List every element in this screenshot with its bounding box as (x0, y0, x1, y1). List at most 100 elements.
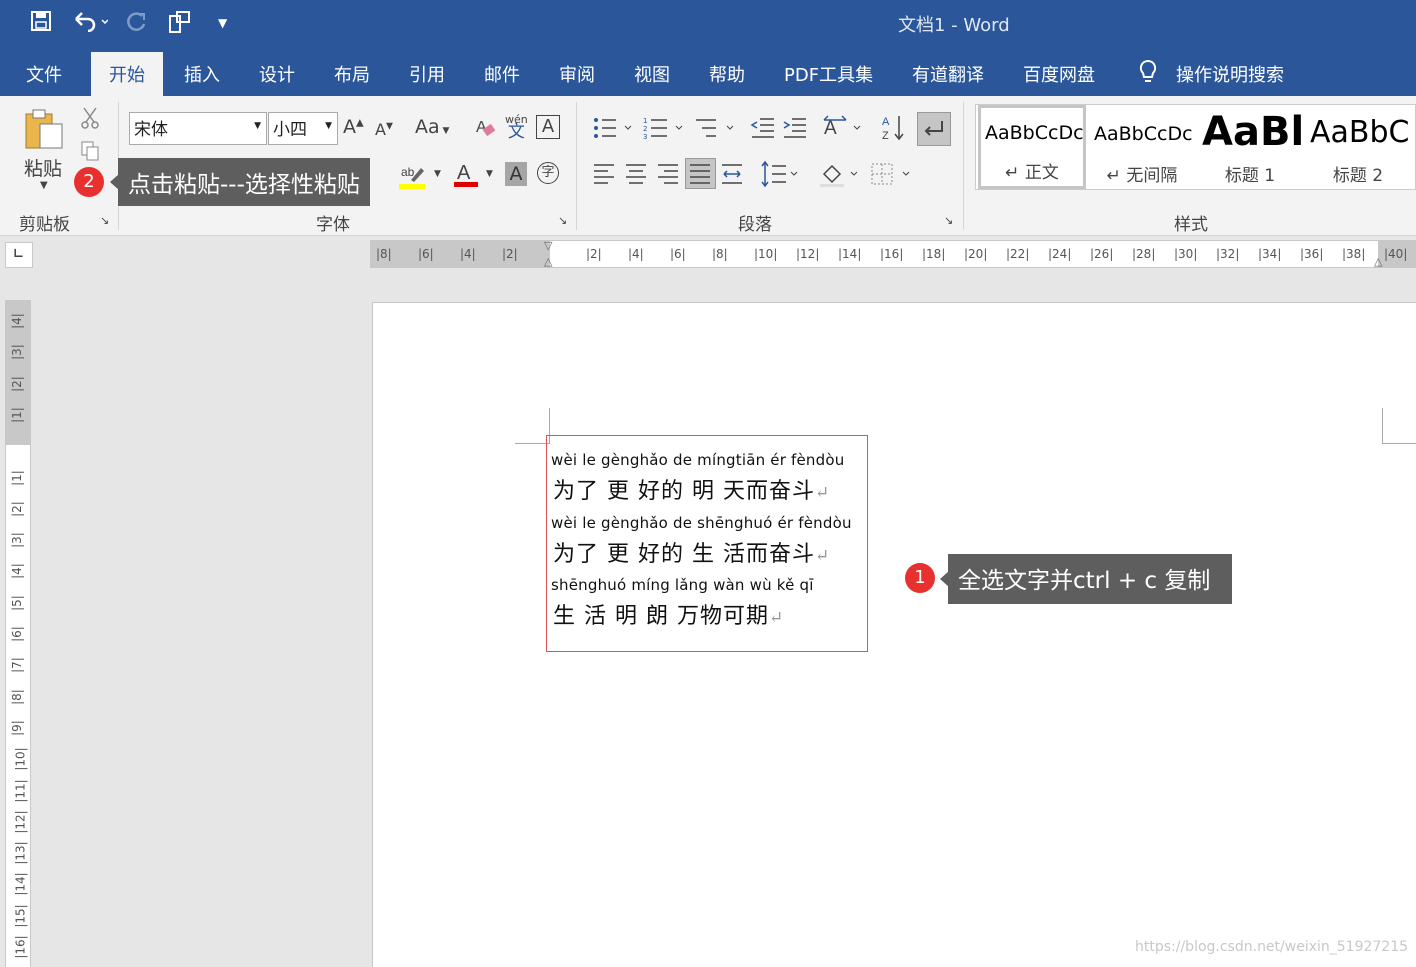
tab-help[interactable]: 帮助 (709, 61, 745, 87)
font-name-dropdown-icon[interactable]: ▼ (254, 121, 261, 131)
paste-dropdown-icon[interactable]: ▼ (40, 180, 48, 191)
ruler-tick-label: |9| (9, 720, 24, 736)
distributed-align-icon[interactable] (720, 162, 744, 191)
copy-icon[interactable] (80, 140, 100, 167)
ruler-tick-label: |11| (13, 778, 28, 803)
paste-icon[interactable] (22, 106, 66, 155)
tab-references[interactable]: 引用 (409, 61, 445, 87)
step-badge-1: 1 (905, 563, 935, 593)
borders-icon[interactable] (870, 160, 914, 193)
ruler-tick-label: |24| (1048, 247, 1072, 261)
ruler-tick-label: |16| (13, 935, 28, 959)
font-size-value: 小四 (273, 120, 307, 140)
ruler-tick-label: |2| (502, 247, 518, 261)
pinyin-line-3[interactable]: shēnghuó míng lǎng wàn wù kě qī (551, 576, 814, 594)
bullets-icon[interactable] (592, 116, 632, 145)
ruler-tick-label: |20| (964, 247, 988, 261)
increase-indent-icon[interactable] (782, 116, 808, 145)
text-line-3[interactable]: 生 活 明 朗 万物可期↵ (553, 598, 784, 630)
chinese-layout-icon[interactable]: A (822, 114, 866, 145)
tab-selector-button[interactable]: ∟ (5, 242, 33, 268)
window-title: 文档1 - Word (898, 15, 1010, 36)
tab-design[interactable]: 设计 (259, 61, 295, 87)
align-left-icon[interactable] (592, 162, 616, 191)
touch-mode-icon[interactable] (168, 10, 194, 39)
left-indent-marker[interactable]: △ (544, 255, 552, 268)
style-heading-1[interactable]: AaBl 标题 1 (1196, 105, 1304, 189)
tab-insert[interactable]: 插入 (184, 61, 220, 87)
ruler-tick-label: |12| (796, 247, 820, 261)
font-color-dropdown-icon[interactable]: ▼ (486, 169, 493, 179)
font-size-dropdown-icon[interactable]: ▼ (325, 121, 332, 131)
undo-icon[interactable] (72, 10, 109, 37)
ruler-tick-label: |4| (9, 563, 24, 580)
tab-baidu-netdisk[interactable]: 百度网盘 (1023, 61, 1095, 87)
redo-icon[interactable] (126, 10, 148, 37)
tab-file[interactable]: 文件 (26, 61, 62, 87)
save-icon[interactable] (30, 10, 52, 37)
font-launcher-icon[interactable]: ↘ (558, 214, 567, 227)
paragraph-launcher-icon[interactable]: ↘ (944, 214, 953, 227)
pinyin-line-2[interactable]: wèi le gènghǎo de shēnghuó ér fèndòu (551, 514, 852, 532)
clipboard-launcher-icon[interactable]: ↘ (100, 214, 109, 227)
highlight-dropdown-icon[interactable]: ▼ (434, 169, 441, 179)
style-normal[interactable]: AaBbCcDc ↵ 正文 (978, 105, 1086, 189)
character-shading-icon[interactable]: A (505, 162, 527, 186)
clear-formatting-icon[interactable]: A (474, 116, 496, 143)
font-name-box[interactable]: 宋体 ▼ (129, 112, 267, 145)
text-line-1[interactable]: 为了 更 好的 明 天而奋斗↵ (553, 473, 830, 505)
decrease-indent-icon[interactable] (750, 116, 776, 145)
first-line-indent-marker[interactable]: ▽ (544, 239, 552, 252)
margin-mark (515, 443, 549, 444)
style-no-spacing[interactable]: AaBbCcDc ↵ 无间隔 (1088, 105, 1196, 189)
tab-mailings[interactable]: 邮件 (484, 61, 520, 87)
svg-text:2: 2 (643, 125, 647, 133)
justify-icon[interactable] (685, 158, 716, 189)
show-hide-marks-icon[interactable] (917, 112, 951, 146)
right-indent-marker[interactable]: △ (1374, 255, 1382, 268)
style-heading-2[interactable]: AaBbC 标题 2 (1304, 105, 1412, 189)
font-color-icon[interactable]: A (454, 160, 478, 193)
text-line-2[interactable]: 为了 更 好的 生 活而奋斗↵ (553, 536, 830, 568)
sort-icon[interactable]: AZ (882, 114, 906, 147)
step-2-tooltip: 点击粘贴---选择性粘贴 (118, 158, 370, 206)
enclose-characters-icon[interactable]: 字 (537, 162, 559, 184)
document-page[interactable] (372, 302, 1416, 967)
tab-youdao-translate[interactable]: 有道翻译 (912, 61, 984, 87)
customize-qat-icon[interactable]: ▼ (218, 16, 227, 30)
ruler-tick-label: |30| (1174, 247, 1198, 261)
cut-icon[interactable] (80, 106, 100, 135)
line-spacing-icon[interactable] (760, 160, 804, 193)
tab-home[interactable]: 开始 (91, 52, 163, 96)
multilevel-list-icon[interactable] (694, 116, 734, 145)
align-center-icon[interactable] (624, 162, 648, 191)
tab-review[interactable]: 审阅 (559, 61, 595, 87)
tab-layout[interactable]: 布局 (334, 61, 370, 87)
ruler-tick-label: |3| (9, 532, 24, 548)
numbering-icon[interactable]: 123 (643, 116, 683, 145)
paste-button-label[interactable]: 粘贴 (24, 154, 62, 181)
phonetic-guide-icon[interactable]: wén 文 (505, 114, 528, 141)
step-1-tooltip: 全选文字并ctrl + c 复制 (948, 554, 1232, 604)
ruler-tick-label: |2| (9, 375, 24, 392)
grow-font-icon[interactable]: A▲ (343, 116, 364, 138)
font-size-box[interactable]: 小四 ▼ (268, 112, 338, 145)
horizontal-ruler[interactable]: |8| |6| |4| |2| |2| |4| |6| |8| |10| |12| |14| |16|… (370, 239, 1416, 268)
align-right-icon[interactable] (656, 162, 680, 191)
ruler-tick-label: |1| (9, 469, 24, 486)
tab-pdf-tools[interactable]: PDF工具集 (784, 61, 873, 87)
left-tab-icon: ∟ (13, 247, 24, 262)
vertical-ruler[interactable]: |4| |3| |2| |1| |1| |2| |3| |4| |5| |6| |7| |8| |9| |… (5, 300, 31, 967)
change-case-icon[interactable]: Aa ▼ (415, 116, 449, 138)
margin-mark (1382, 408, 1383, 444)
text-highlight-icon[interactable]: ab (399, 162, 429, 195)
shading-icon[interactable] (818, 160, 862, 193)
ruler-tick-label: |2| (9, 500, 24, 517)
tab-view[interactable]: 视图 (634, 61, 670, 87)
tell-me-search[interactable]: 操作说明搜索 (1176, 61, 1284, 87)
shrink-font-icon[interactable]: A▼ (375, 120, 393, 139)
paragraph-mark: ↵ (814, 546, 831, 566)
character-border-icon[interactable]: A (536, 115, 560, 139)
pinyin-line-1[interactable]: wèi le gènghǎo de míngtiān ér fèndòu (551, 451, 844, 469)
svg-text:1: 1 (643, 117, 647, 125)
